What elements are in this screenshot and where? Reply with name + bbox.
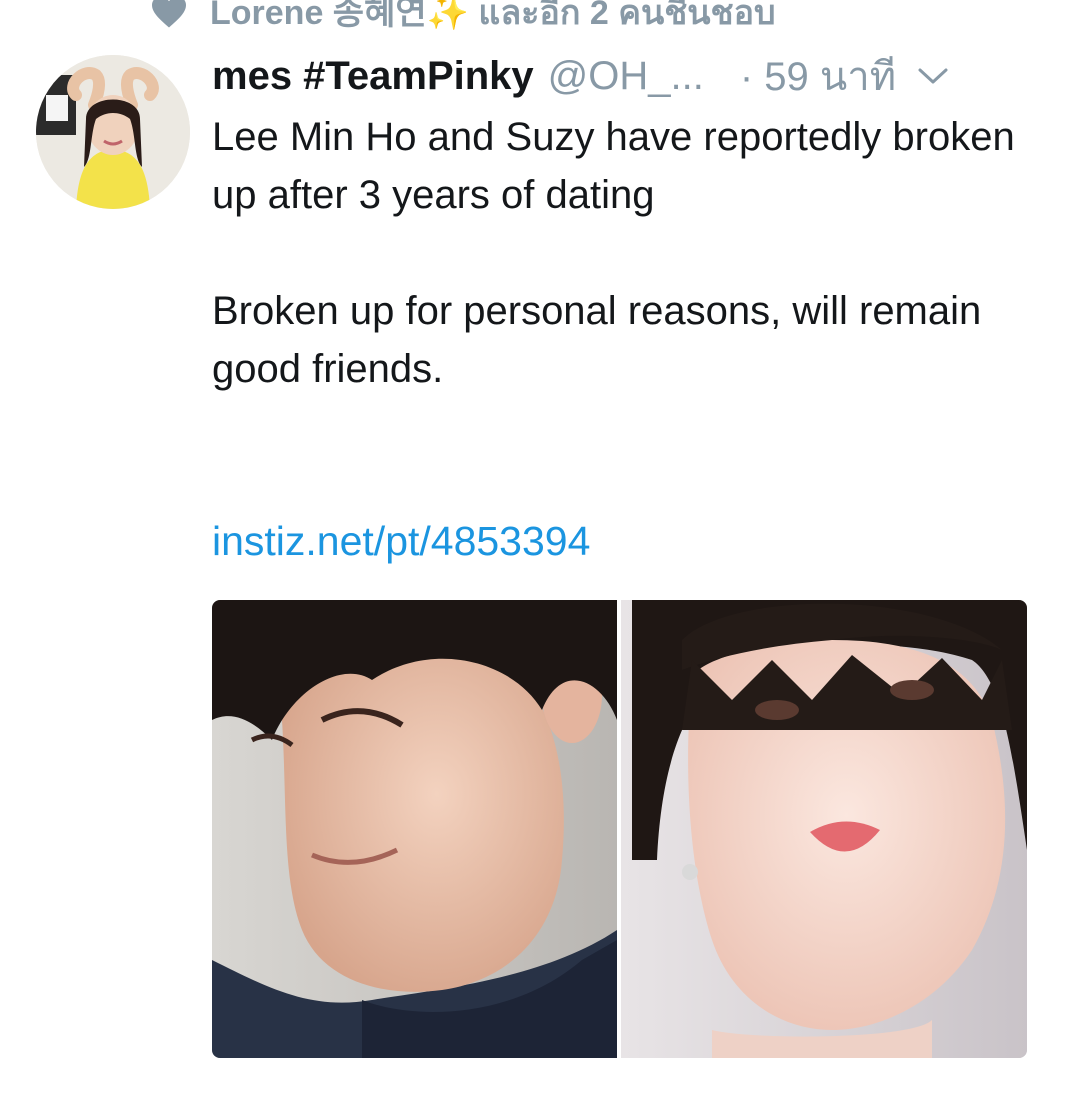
tweet-header: mes #TeamPinky @OH_... · 59 นาที [212,48,1042,104]
display-name[interactable]: mes #TeamPinky [212,54,534,99]
tweet-text: Lee Min Ho and Suzy have reportedly brok… [212,108,1032,398]
social-context-text: Lorene 송혜연✨ และอีก 2 คนชื่นชอบ [210,0,776,32]
tweet-text-paragraph-1: Lee Min Ho and Suzy have reportedly brok… [212,115,1015,217]
user-avatar[interactable] [36,55,190,209]
timestamp[interactable]: · 59 นาที [740,44,896,108]
tweet-text-paragraph-2: Broken up for personal reasons, will rem… [212,289,982,391]
social-context[interactable]: Lorene 송혜연✨ และอีก 2 คนชื่นชอบ [150,0,776,32]
heart-icon [152,0,186,28]
photo-collage[interactable] [212,600,1027,1058]
chevron-down-icon[interactable] [916,65,950,87]
avatar-image [36,55,190,209]
tweet-link[interactable]: instiz.net/pt/4853394 [212,512,590,570]
media-image [212,600,1027,1058]
user-handle[interactable]: @OH_... [548,54,704,99]
